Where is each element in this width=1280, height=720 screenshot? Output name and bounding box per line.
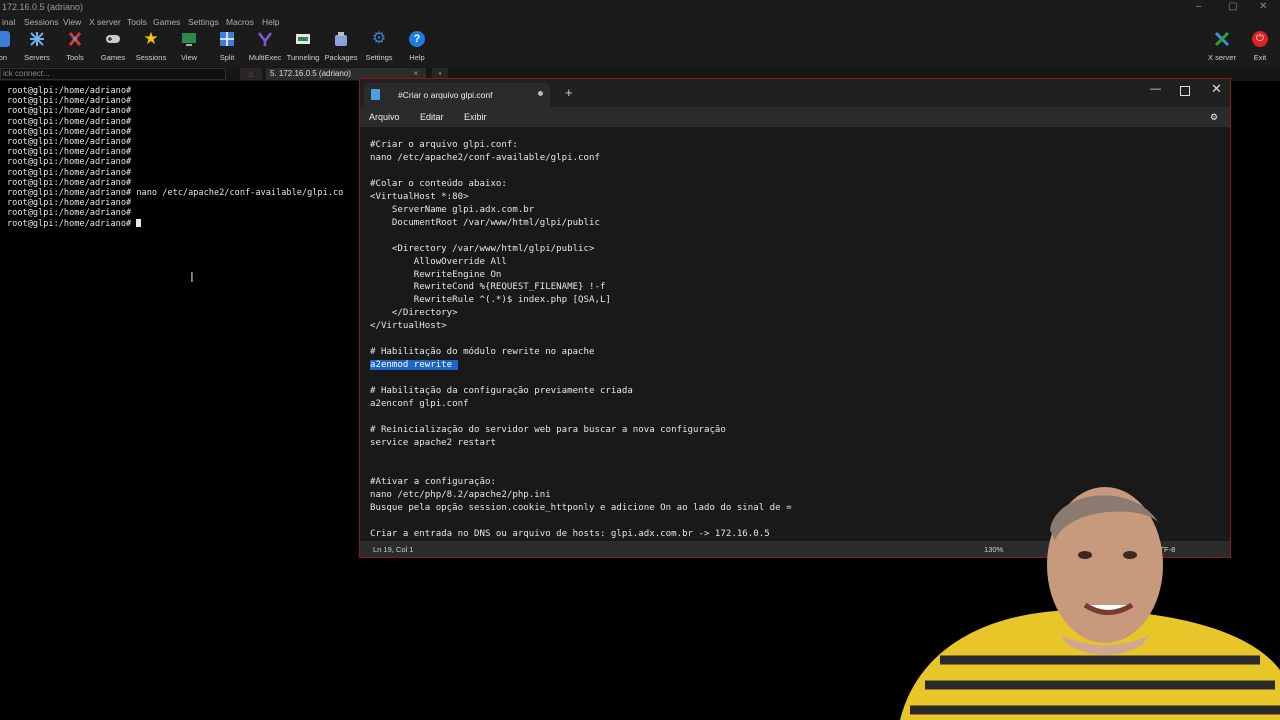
terminal-line: root@glpi:/home/adriano# [7,177,132,188]
notepad-settings-icon[interactable]: ⚙ [1210,112,1218,123]
menu-macros[interactable]: Macros [226,17,254,27]
terminal-line: root@glpi:/home/adriano# [7,126,132,137]
tunneling-icon [296,34,310,44]
terminal-line: root@glpi:/home/adriano# [7,157,132,168]
tools-icon [68,32,82,46]
gamepad-icon [106,35,120,43]
xserver-button[interactable]: X server [1202,31,1242,62]
terminal-line: root@glpi:/home/adriano# [7,208,132,219]
main-toolbar: ion Servers Tools Games ★ Sessions View … [0,29,1280,68]
new-tab-plus-icon[interactable]: + [565,85,573,100]
menu-xserver[interactable]: X server [89,17,121,27]
close-icon[interactable]: ✕ [1259,1,1267,12]
terminal-line: root@glpi:/home/adriano# [7,116,132,127]
games-button[interactable]: Games [93,31,133,62]
menu-tools[interactable]: Tools [127,17,147,27]
app-titlebar: 172.16.0.5 (adriano) – ▢ ✕ [0,0,1280,16]
exit-button[interactable]: ⏻ Exit [1240,31,1280,62]
terminal-line: root@glpi:/home/adriano# [7,218,137,229]
notepad-maximize-icon[interactable] [1180,86,1190,96]
menu-settings[interactable]: Settings [188,17,219,27]
terminal-line: root@glpi:/home/adriano# [7,167,132,178]
terminal-cursor [136,218,142,227]
view-icon [182,33,196,46]
multiexec-icon [258,32,272,46]
menu-arquivo[interactable]: Arquivo [369,112,400,122]
split-icon [220,32,234,46]
terminal-output[interactable]: root@glpi:/home/adriano# root@glpi:/home/… [7,86,343,229]
xserver-icon [1214,31,1230,47]
help-icon: ? [409,31,425,47]
document-icon [371,89,380,100]
editor-text-before: #Criar o arquivo glpi.conf: nano /etc/ap… [370,140,611,358]
terminal-line: root@glpi:/home/adriano# nano /etc/apach… [7,188,344,199]
notepad-titlebar: #Criar o arquivo glpi.conf + — ✕ [360,79,1230,107]
editor-text-after: # Habilitação da configuração previament… [370,386,792,539]
minimize-icon[interactable]: – [1196,1,1202,12]
terminal-line: root@glpi:/home/adriano# [7,106,132,117]
servers-icon [30,32,44,46]
packages-button[interactable]: Packages [321,31,361,62]
ibeam-cursor-icon: I [190,271,194,286]
star-icon: ★ [143,29,159,48]
view-button[interactable]: View [169,31,209,62]
selected-text: a2enmod rewrite [370,360,458,371]
unsaved-dot-icon[interactable] [538,91,543,96]
menu-sessions[interactable]: Sessions [24,17,59,27]
maximize-icon[interactable]: ▢ [1228,1,1237,12]
home-tab[interactable]: ⌂ [240,68,262,80]
menu-editar[interactable]: Editar [420,112,444,122]
packages-icon [335,32,347,46]
cursor-position: Ln 19, Col 1 [373,545,414,554]
quick-connect-input[interactable]: ick connect... [0,68,226,80]
notepad-close-icon[interactable]: ✕ [1211,81,1222,97]
menu-exibir[interactable]: Exibir [464,112,487,122]
tunneling-button[interactable]: Tunneling [283,31,323,62]
power-icon: ⏻ [1252,31,1268,47]
terminal-line: root@glpi:/home/adriano# [7,137,132,148]
settings-button[interactable]: ⚙ Settings [359,30,399,63]
terminal-line: root@glpi:/home/adriano# [7,96,132,107]
notepad-minimize-icon[interactable]: — [1150,83,1161,95]
session-icon [0,31,10,47]
settings-icon: ⚙ [371,30,387,47]
notepad-tab-title: #Criar o arquivo glpi.conf [398,90,493,100]
menu-terminal[interactable]: inal [2,17,15,27]
terminal-line: root@glpi:/home/adriano# [7,86,132,96]
webcam-presenter [900,487,1280,720]
menu-games[interactable]: Games [153,17,180,27]
menu-view[interactable]: View [63,17,81,27]
tools-button[interactable]: Tools [55,31,95,62]
editor-text[interactable]: #Criar o arquivo glpi.conf: nano /etc/ap… [370,139,792,541]
help-button[interactable]: ? Help [397,31,437,62]
split-button[interactable]: Split [207,31,247,62]
home-icon: ⌂ [248,69,254,79]
multiexec-button[interactable]: MultiExec [245,31,285,62]
window-title: 172.16.0.5 (adriano) [2,2,84,12]
servers-button[interactable]: Servers [17,31,57,62]
terminal-line: root@glpi:/home/adriano# [7,147,132,158]
terminal-line: root@glpi:/home/adriano# [7,198,132,209]
sessions-button[interactable]: ★ Sessions [131,29,171,62]
notepad-menubar: Arquivo Editar Exibir ⚙ [360,107,1230,127]
menu-help[interactable]: Help [262,17,279,27]
notepad-tab[interactable]: #Criar o arquivo glpi.conf [364,83,550,107]
menubar: inal Sessions View X server Tools Games … [0,16,1280,29]
